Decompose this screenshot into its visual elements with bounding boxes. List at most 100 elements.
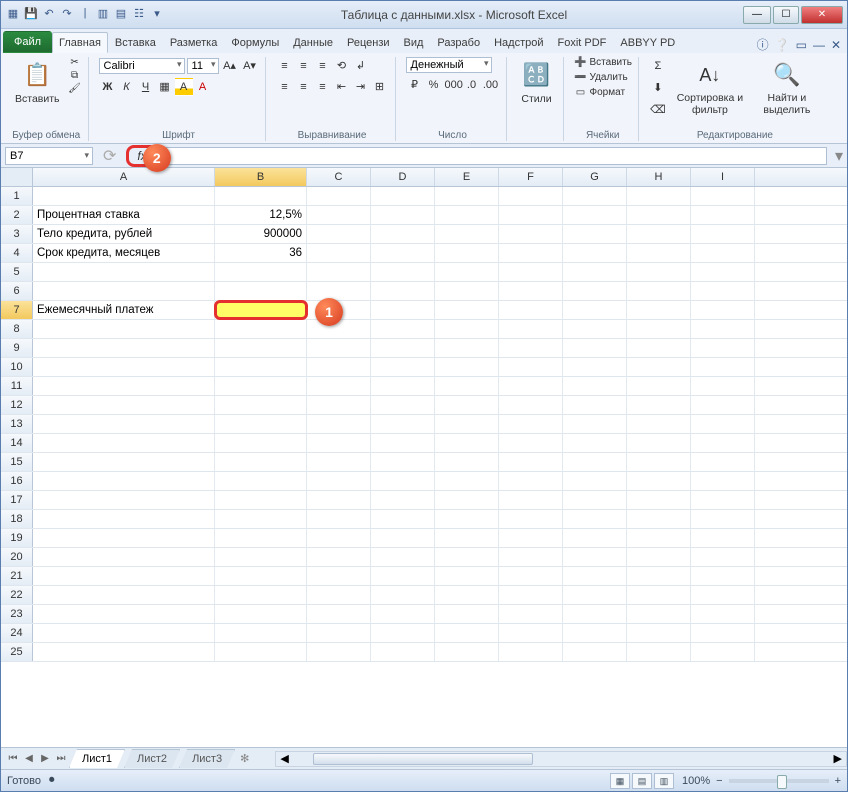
cell-H8[interactable] [627,320,691,338]
qat-btn[interactable]: ▥ [95,7,111,23]
cell-C14[interactable] [307,434,371,452]
bold-button[interactable]: Ж [99,78,117,96]
cell-C4[interactable] [307,244,371,262]
cell-C24[interactable] [307,624,371,642]
cell-H7[interactable] [627,301,691,319]
cell-H4[interactable] [627,244,691,262]
cell-E23[interactable] [435,605,499,623]
cell-E18[interactable] [435,510,499,528]
row-header[interactable]: 5 [1,263,33,281]
col-header-A[interactable]: A [33,168,215,186]
worksheet-grid[interactable]: 12Процентная ставка12,5%3Тело кредита, р… [1,187,847,747]
redo-icon[interactable]: ↷ [59,7,75,23]
cell-A23[interactable] [33,605,215,623]
cell-D9[interactable] [371,339,435,357]
cell-D22[interactable] [371,586,435,604]
underline-button[interactable]: Ч [137,78,155,96]
tab-foxit pdf[interactable]: Foxit PDF [551,32,614,53]
sheet-tab-Лист3[interactable]: Лист3 [179,749,235,768]
cell-I17[interactable] [691,491,755,509]
number-format-combo[interactable]: Денежный [406,57,492,73]
cell-I10[interactable] [691,358,755,376]
cell-A22[interactable] [33,586,215,604]
cell-G11[interactable] [563,377,627,395]
doc-close-icon[interactable]: ✕ [831,38,841,52]
cell-F10[interactable] [499,358,563,376]
cell-F17[interactable] [499,491,563,509]
cell-I19[interactable] [691,529,755,547]
cell-I5[interactable] [691,263,755,281]
cell-G5[interactable] [563,263,627,281]
cell-D11[interactable] [371,377,435,395]
cell-D16[interactable] [371,472,435,490]
sheet-nav-last[interactable]: ⏭ [53,753,69,764]
tab-надстрой[interactable]: Надстрой [487,32,550,53]
cell-G18[interactable] [563,510,627,528]
cell-C9[interactable] [307,339,371,357]
col-header-E[interactable]: E [435,168,499,186]
cell-E4[interactable] [435,244,499,262]
cell-E24[interactable] [435,624,499,642]
zoom-value[interactable]: 100% [682,775,710,787]
cell-B12[interactable] [215,396,307,414]
fbar-expand-icon[interactable]: ▾ [831,146,843,166]
cell-E2[interactable] [435,206,499,224]
cell-B5[interactable] [215,263,307,281]
cell-G6[interactable] [563,282,627,300]
cell-D20[interactable] [371,548,435,566]
cell-F9[interactable] [499,339,563,357]
sheet-tab-Лист2[interactable]: Лист2 [124,749,180,768]
qat-btn[interactable]: ▤ [113,7,129,23]
cell-G16[interactable] [563,472,627,490]
cell-E8[interactable] [435,320,499,338]
cell-F25[interactable] [499,643,563,661]
cell-D21[interactable] [371,567,435,585]
cell-B18[interactable] [215,510,307,528]
cell-I8[interactable] [691,320,755,338]
tab-формулы[interactable]: Формулы [224,32,286,53]
cell-A24[interactable] [33,624,215,642]
cell-G4[interactable] [563,244,627,262]
grow-font-icon[interactable]: A▴ [221,57,239,75]
font-name-combo[interactable]: Calibri [99,58,185,74]
styles-button[interactable]: 🔠 Стили [517,57,557,107]
cell-H2[interactable] [627,206,691,224]
row-header[interactable]: 3 [1,225,33,243]
cell-B3[interactable]: 900000 [215,225,307,243]
tab-abbyy pd[interactable]: ABBYY PD [613,32,682,53]
col-header-H[interactable]: H [627,168,691,186]
cell-F2[interactable] [499,206,563,224]
cell-F13[interactable] [499,415,563,433]
view-normal-icon[interactable]: ▦ [610,773,630,789]
cell-A6[interactable] [33,282,215,300]
align-bot-icon[interactable]: ≡ [314,57,332,75]
cell-B19[interactable] [215,529,307,547]
cell-H6[interactable] [627,282,691,300]
format-painter-icon[interactable]: 🖌 [68,83,82,94]
cell-A14[interactable] [33,434,215,452]
cell-G14[interactable] [563,434,627,452]
cell-F8[interactable] [499,320,563,338]
cell-E22[interactable] [435,586,499,604]
cell-B7[interactable] [215,301,307,319]
cell-H10[interactable] [627,358,691,376]
close-button[interactable]: ✕ [801,6,843,24]
cell-B25[interactable] [215,643,307,661]
tab-разрабо[interactable]: Разрабо [430,32,487,53]
minimize-button[interactable]: — [743,6,771,24]
cell-C23[interactable] [307,605,371,623]
sort-filter-button[interactable]: A↓ Сортировка и фильтр [671,57,749,118]
cell-I18[interactable] [691,510,755,528]
tab-разметка[interactable]: Разметка [163,32,225,53]
tab-вид[interactable]: Вид [397,32,431,53]
cell-E13[interactable] [435,415,499,433]
cell-D7[interactable] [371,301,435,319]
cell-E3[interactable] [435,225,499,243]
cell-H9[interactable] [627,339,691,357]
cell-F5[interactable] [499,263,563,281]
cell-A20[interactable] [33,548,215,566]
cell-I11[interactable] [691,377,755,395]
cell-I6[interactable] [691,282,755,300]
format-cells-button[interactable]: ▭Формат [574,87,632,98]
cell-G1[interactable] [563,187,627,205]
